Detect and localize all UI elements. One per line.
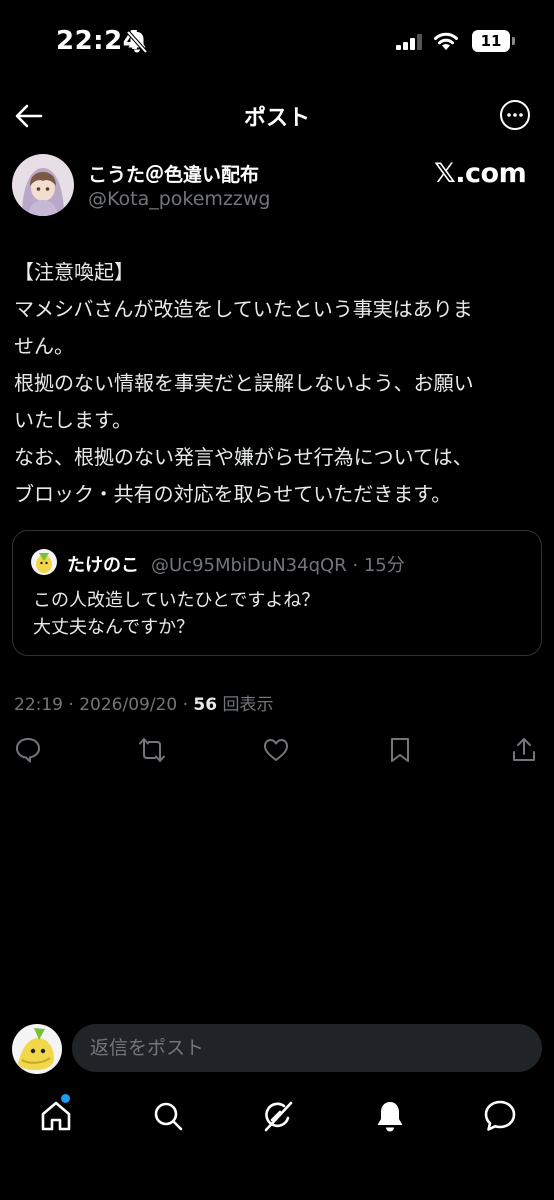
- bookmark-icon[interactable]: [386, 736, 414, 764]
- share-icon[interactable]: [510, 736, 538, 764]
- quoted-author-name: たけのこ: [67, 555, 139, 576]
- x-com-label: 𝕏.com: [434, 158, 527, 189]
- quoted-line: 大丈夫なんですか？: [33, 617, 195, 638]
- back-arrow-icon[interactable]: [14, 96, 44, 136]
- grok-icon[interactable]: [260, 1098, 296, 1134]
- status-bar: 22:24 11: [0, 0, 554, 80]
- home-icon[interactable]: [38, 1098, 74, 1134]
- quoted-author-handle: @Uc95MbiDuN34qQR · 15分: [151, 555, 405, 576]
- quoted-author-avatar: [31, 549, 57, 575]
- post-line: ブロック・共有の対応を取らせていただきます。: [14, 482, 452, 506]
- signal-icon: [396, 34, 422, 50]
- post-meta: 22:19 · 2026/09/20 · 56 回表示: [14, 690, 273, 715]
- my-avatar[interactable]: [12, 1024, 62, 1074]
- post-timestamp: 22:19 · 2026/09/20 ·: [14, 695, 194, 715]
- home-notification-dot: [61, 1094, 70, 1103]
- author-handle[interactable]: @Kota_pokemzzwg: [88, 188, 271, 210]
- author-display-name[interactable]: こうた＠色違い配布: [88, 160, 259, 187]
- quoted-line: この人改造していたひとですよね？: [33, 590, 320, 611]
- repost-icon[interactable]: [138, 736, 166, 764]
- like-icon[interactable]: [262, 736, 290, 764]
- post-text: 【注意喚起】 マメシバさんが改造をしていたという事実はありま せん。 根拠のない…: [14, 254, 544, 513]
- views-label: 回表示: [217, 695, 274, 715]
- more-options-icon[interactable]: [498, 98, 532, 132]
- bell-off-icon: [126, 30, 148, 54]
- reply-icon[interactable]: [14, 736, 42, 764]
- quoted-post[interactable]: たけのこ @Uc95MbiDuN34qQR · 15分 この人改造していたひとで…: [12, 530, 542, 656]
- search-icon[interactable]: [150, 1098, 186, 1134]
- view-count[interactable]: 56: [193, 695, 217, 715]
- post-line: マメシバさんが改造をしていたという事実はありま: [14, 297, 473, 321]
- post-line: 【注意喚起】: [14, 260, 134, 284]
- bell-icon[interactable]: [372, 1098, 408, 1134]
- top-header: ポスト: [0, 90, 554, 140]
- post-line: 根拠のない情報を事実だと誤解しないよう、お願い: [14, 371, 474, 395]
- page-title: ポスト: [243, 106, 310, 131]
- post-line: なお、根拠のない発言や嫌がらせ行為については、: [14, 445, 473, 469]
- wifi-icon: [434, 32, 458, 50]
- post-line: せん。: [14, 334, 74, 358]
- battery-indicator: 11: [472, 30, 510, 52]
- reply-input[interactable]: [72, 1024, 542, 1072]
- quoted-post-text: この人改造していたひとですよね？ 大丈夫なんですか？: [33, 587, 319, 641]
- messages-icon[interactable]: [482, 1098, 518, 1134]
- author-avatar[interactable]: [12, 154, 74, 216]
- battery-nub: [512, 37, 515, 45]
- post-line: いたします。: [14, 408, 132, 432]
